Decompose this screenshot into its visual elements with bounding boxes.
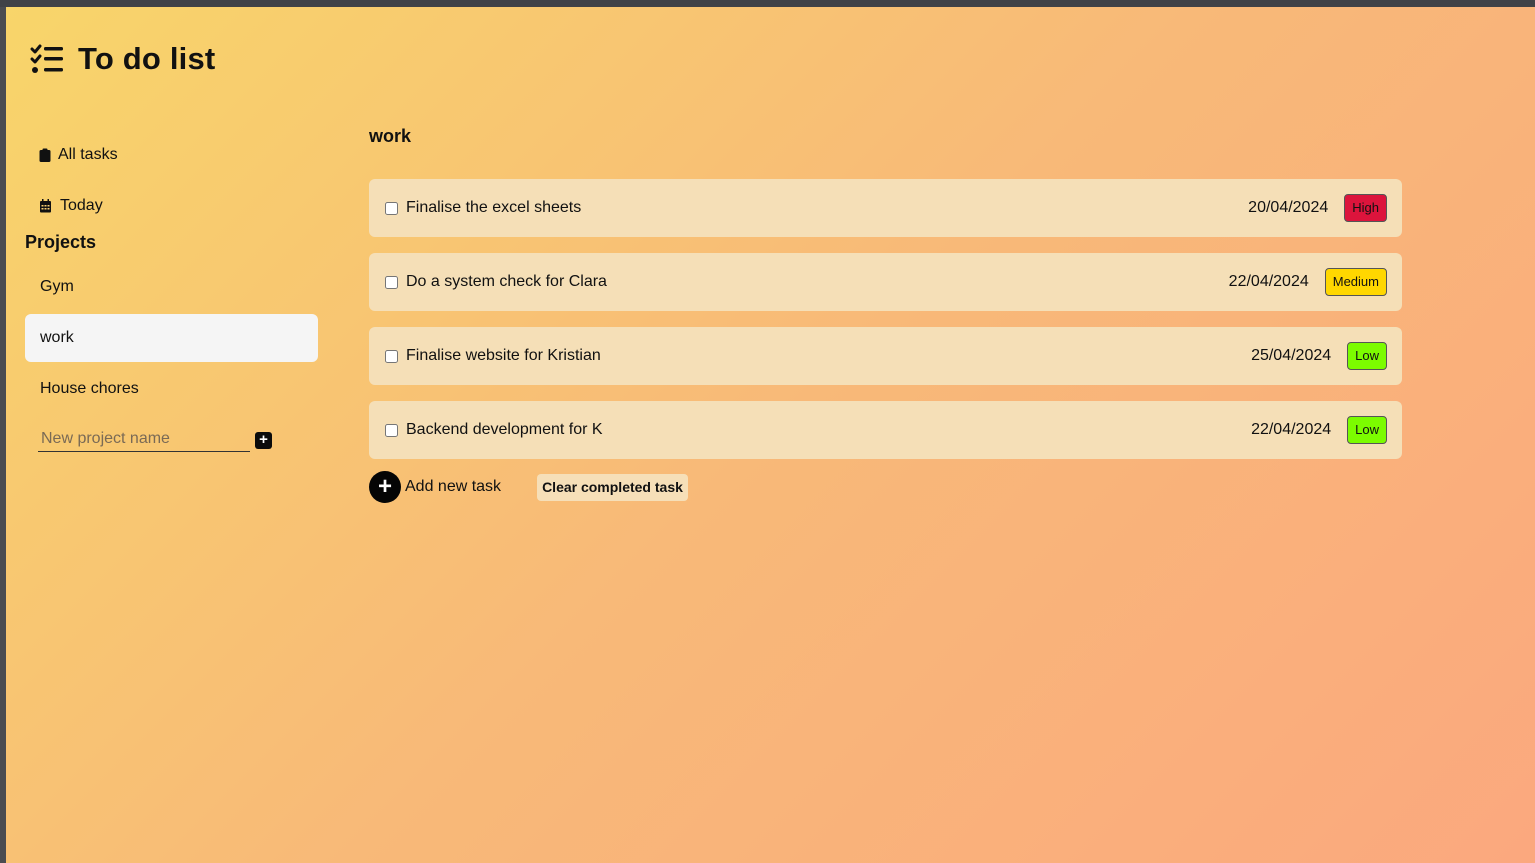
nav-today-label: Today: [60, 197, 103, 214]
nav-all-tasks-label: All tasks: [58, 146, 118, 163]
calendar-icon: [40, 199, 51, 213]
project-item-gym[interactable]: Gym: [25, 263, 318, 311]
nav-all-tasks[interactable]: All tasks: [25, 131, 318, 179]
project-label: Gym: [40, 278, 74, 295]
task-title[interactable]: Finalise website for Kristian: [406, 347, 1251, 365]
priority-badge: Medium: [1324, 268, 1387, 296]
task-title[interactable]: Do a system check for Clara: [406, 273, 1229, 291]
task-row: Backend development for K 22/04/2024 Low: [369, 401, 1402, 459]
task-checkbox[interactable]: [385, 275, 398, 289]
checklist-icon: [30, 44, 63, 73]
new-project-form: +: [38, 416, 318, 460]
app-header: To do list: [30, 37, 215, 81]
nav-today[interactable]: Today: [25, 182, 318, 230]
project-item-house-chores[interactable]: House chores: [25, 365, 318, 413]
task-list: Finalise the excel sheets 20/04/2024 Hig…: [369, 179, 1402, 459]
task-checkbox[interactable]: [385, 201, 398, 215]
project-heading: work: [369, 126, 412, 146]
task-row: Finalise website for Kristian 25/04/2024…: [369, 327, 1402, 385]
clear-completed-button[interactable]: Clear completed task: [537, 473, 688, 501]
task-title[interactable]: Finalise the excel sheets: [406, 199, 1248, 217]
add-task-label: Add new task: [405, 478, 502, 495]
task-title[interactable]: Backend development for K: [406, 421, 1251, 439]
task-row: Finalise the excel sheets 20/04/2024 Hig…: [369, 179, 1402, 237]
main-panel: work Finalise the excel sheets 20/04/202…: [369, 124, 1402, 503]
priority-badge: Low: [1347, 416, 1387, 444]
priority-badge: High: [1344, 194, 1387, 222]
projects-heading: Projects: [25, 232, 97, 252]
task-date: 22/04/2024: [1251, 421, 1332, 438]
task-row: Do a system check for Clara 22/04/2024 M…: [369, 253, 1402, 311]
plus-square-icon: +: [259, 431, 268, 448]
app-page: To do list All tasks Today Projects Gym …: [6, 7, 1535, 863]
add-task-button[interactable]: + Add new task: [369, 471, 501, 503]
app-title: To do list: [78, 41, 216, 76]
add-project-button[interactable]: +: [255, 432, 272, 449]
browser-top-edge: [0, 0, 1535, 7]
task-date: 25/04/2024: [1251, 347, 1332, 364]
project-label: House chores: [40, 380, 139, 397]
project-item-work[interactable]: work: [25, 314, 318, 362]
task-actions: + Add new task Clear completed task: [369, 471, 1402, 503]
sidebar: All tasks Today Projects Gym work House …: [25, 131, 318, 460]
clipboard-icon: [39, 148, 51, 162]
priority-badge: Low: [1347, 342, 1387, 370]
task-checkbox[interactable]: [385, 423, 398, 437]
new-project-input[interactable]: [38, 426, 250, 452]
task-date: 20/04/2024: [1248, 199, 1329, 216]
project-label: work: [40, 329, 74, 346]
plus-circle-icon: +: [369, 471, 401, 503]
task-date: 22/04/2024: [1228, 273, 1309, 290]
task-checkbox[interactable]: [385, 349, 398, 363]
